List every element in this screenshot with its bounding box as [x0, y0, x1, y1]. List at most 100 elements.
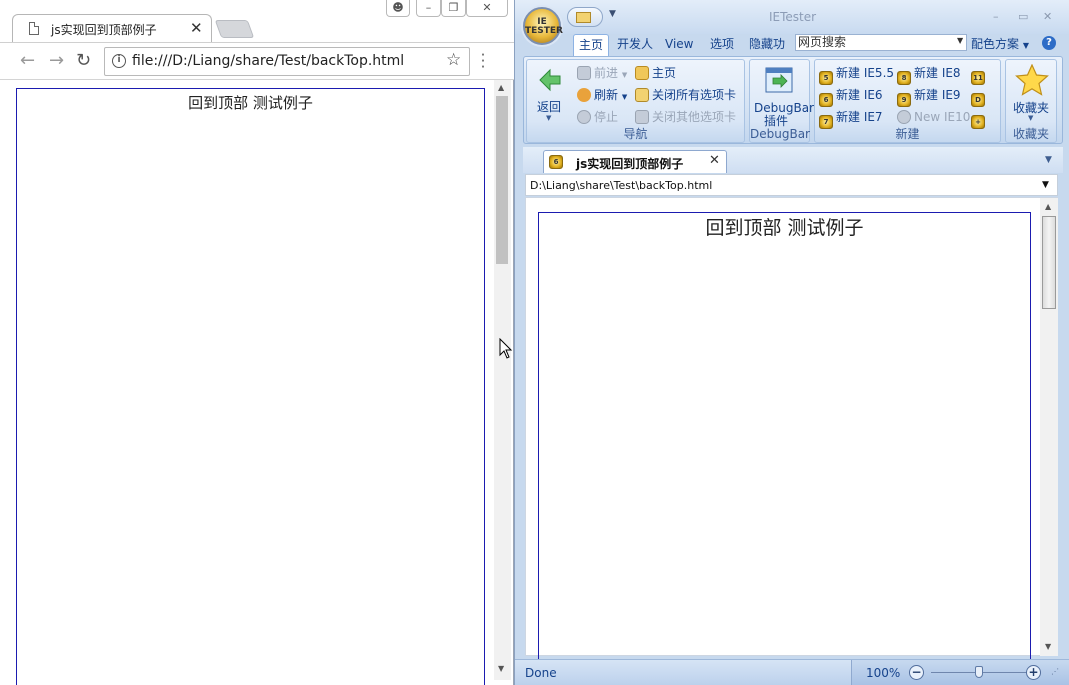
star-icon: [1015, 64, 1049, 96]
forward-arrow-icon: [577, 66, 591, 80]
scrollbar-thumb[interactable]: [496, 96, 508, 264]
back-button[interactable]: 返回 ▼: [531, 64, 571, 126]
ie-badge-icon: 9: [897, 93, 911, 107]
vertical-scrollbar[interactable]: ▲ ▼: [1040, 198, 1058, 656]
status-text: Done: [525, 666, 557, 680]
color-scheme-menu[interactable]: 配色方案 ▼: [971, 35, 1029, 52]
close-all-tabs-button[interactable]: 关闭所有选项卡: [635, 87, 736, 103]
ribbon-tab-developer[interactable]: 开发人: [613, 34, 657, 56]
maximize-icon[interactable]: ▭: [1018, 10, 1028, 23]
new-ie9-button[interactable]: 9 新建 IE9: [897, 87, 961, 107]
new-ie8-button[interactable]: 8 新建 IE8: [897, 65, 961, 85]
minimize-icon[interactable]: –: [416, 0, 441, 17]
new-ie-d-button[interactable]: D: [971, 87, 988, 107]
minimize-icon[interactable]: –: [993, 10, 999, 23]
page-heading: 回到顶部 测试例子: [705, 217, 864, 239]
chrome-viewport: 回到顶部 测试例子 ▲ ▼: [0, 80, 513, 685]
group-label-favorites: 收藏夹: [1012, 127, 1049, 141]
ribbon: 返回 ▼ 前进 ▼ 刷新 ▼ 停止 主页 关闭所有选项卡 关闭其他选项卡 导航 …: [523, 56, 1063, 144]
stop-icon: [577, 110, 591, 124]
new-tab-button[interactable]: [214, 20, 255, 38]
address-bar[interactable]: i file:///D:/Liang/share/Test/backTop.ht…: [104, 47, 470, 76]
debugbar-icon: [765, 67, 793, 93]
document-icon: [29, 22, 39, 35]
scrollbar-thumb[interactable]: [1042, 216, 1056, 309]
ie10-icon: [897, 110, 911, 124]
menu-icon[interactable]: · · ·: [478, 48, 488, 75]
zoom-slider-knob[interactable]: [975, 666, 983, 678]
ribbon-tab-home[interactable]: 主页: [573, 34, 609, 56]
status-bar: Done 100% − + ⋰: [515, 659, 1069, 685]
favorites-button[interactable]: 收藏夹 ▼: [1008, 62, 1056, 126]
ie-badge-icon: 11: [971, 71, 985, 85]
new-ie-plus-button[interactable]: +: [971, 109, 988, 129]
ietester-address-bar[interactable]: D:\Liang\share\Test\backTop.html ▼: [525, 174, 1058, 196]
ietester-titlebar: IETester ▼ – ▭ ✕: [515, 0, 1069, 34]
ie-badge-icon: 8: [897, 71, 911, 85]
restore-icon[interactable]: ❐: [441, 0, 466, 17]
forward-icon[interactable]: →: [49, 51, 64, 71]
close-window-icon[interactable]: ✕: [466, 0, 508, 17]
url-text: file:///D:/Liang/share/Test/backTop.html: [132, 53, 405, 69]
scroll-up-icon[interactable]: ▲: [1045, 202, 1051, 211]
back-dropdown-icon[interactable]: ▼: [546, 114, 551, 122]
ribbon-group-navigation: 返回 ▼ 前进 ▼ 刷新 ▼ 停止 主页 关闭所有选项卡 关闭其他选项卡 导航: [526, 59, 745, 143]
color-scheme-label: 配色方案: [971, 37, 1020, 51]
ribbon-tab-view[interactable]: View: [661, 34, 697, 56]
scroll-down-icon[interactable]: ▼: [1045, 642, 1051, 651]
back-icon[interactable]: ←: [20, 51, 35, 71]
stop-button[interactable]: 停止: [577, 109, 618, 125]
reload-icon[interactable]: ↻: [76, 51, 91, 71]
chrome-tab[interactable]: js实现回到顶部例子 ✕: [12, 14, 212, 43]
bookmark-star-icon[interactable]: ☆: [446, 50, 461, 70]
close-tab-icon[interactable]: ✕: [709, 153, 720, 168]
new-ie11-button[interactable]: 11: [971, 65, 988, 85]
favorites-dropdown-icon[interactable]: ▼: [1028, 114, 1033, 122]
ribbon-group-new: 5 新建 IE5.5 8 新建 IE8 6 新建 IE6 9 新建 IE9 7 新建 IE…: [814, 59, 1001, 143]
close-tab-icon[interactable]: ✕: [190, 19, 203, 37]
zoom-out-icon[interactable]: −: [909, 665, 924, 680]
page-frame: 回到顶部 测试例子: [16, 88, 485, 685]
home-icon: [635, 66, 649, 80]
close-other-tabs-icon: [635, 110, 649, 124]
help-icon[interactable]: ?: [1042, 36, 1056, 50]
zoom-in-icon[interactable]: +: [1026, 665, 1041, 680]
chrome-window: js实现回到顶部例子 ✕ ☻ – ❐ ✕ ← → ↻ i file:///D:/…: [0, 0, 514, 685]
home-button[interactable]: 主页: [635, 65, 676, 81]
quick-access-dropdown-icon[interactable]: ▼: [609, 9, 616, 19]
open-folder-icon[interactable]: [576, 12, 591, 23]
document-tab-strip: 6 js实现回到顶部例子 ✕: [523, 147, 1063, 173]
info-icon[interactable]: i: [112, 54, 126, 68]
group-label-navigation: 导航: [623, 127, 648, 141]
address-dropdown-icon[interactable]: ▼: [1042, 180, 1049, 190]
group-label-debugbar: DebugBar: [750, 127, 810, 141]
vertical-scrollbar[interactable]: ▲ ▼: [494, 80, 511, 680]
close-all-tabs-icon: [635, 88, 649, 102]
refresh-button[interactable]: 刷新 ▼: [577, 87, 627, 105]
ribbon-tab-hidden[interactable]: 隐藏功: [745, 34, 789, 56]
new-ie55-button[interactable]: 5 新建 IE5.5: [819, 65, 894, 85]
back-label: 返回: [537, 100, 562, 114]
forward-button[interactable]: 前进 ▼: [577, 65, 627, 83]
new-ie7-button[interactable]: 7 新建 IE7: [819, 109, 883, 129]
scroll-up-icon[interactable]: ▲: [498, 83, 504, 92]
quick-access-toolbar[interactable]: [567, 7, 603, 27]
scroll-down-icon[interactable]: ▼: [498, 664, 504, 673]
debugbar-button[interactable]: DebugBar 插件: [752, 64, 814, 128]
chrome-tab-title: js实现回到顶部例子: [51, 23, 157, 37]
search-dropdown-icon[interactable]: ▼: [957, 36, 963, 45]
profile-icon[interactable]: ☻: [386, 0, 410, 17]
web-search-input[interactable]: 网页搜索: [795, 34, 967, 51]
resize-grip-icon[interactable]: ⋰: [1051, 667, 1059, 676]
page-frame: 回到顶部 测试例子: [538, 212, 1031, 662]
document-tab[interactable]: 6 js实现回到顶部例子 ✕: [543, 150, 727, 173]
close-window-icon[interactable]: ✕: [1043, 10, 1052, 23]
zoom-level[interactable]: 100%: [866, 666, 900, 680]
close-other-tabs-button[interactable]: 关闭其他选项卡: [635, 109, 736, 125]
page-heading: 回到顶部 测试例子: [188, 94, 313, 112]
tab-list-dropdown-icon[interactable]: ▼: [1045, 155, 1052, 165]
new-ie6-button[interactable]: 6 新建 IE6: [819, 87, 883, 107]
back-arrow-icon: [539, 68, 561, 92]
new-ie10-button[interactable]: New IE10: [897, 109, 970, 125]
ribbon-tab-options[interactable]: 选项: [706, 34, 738, 56]
